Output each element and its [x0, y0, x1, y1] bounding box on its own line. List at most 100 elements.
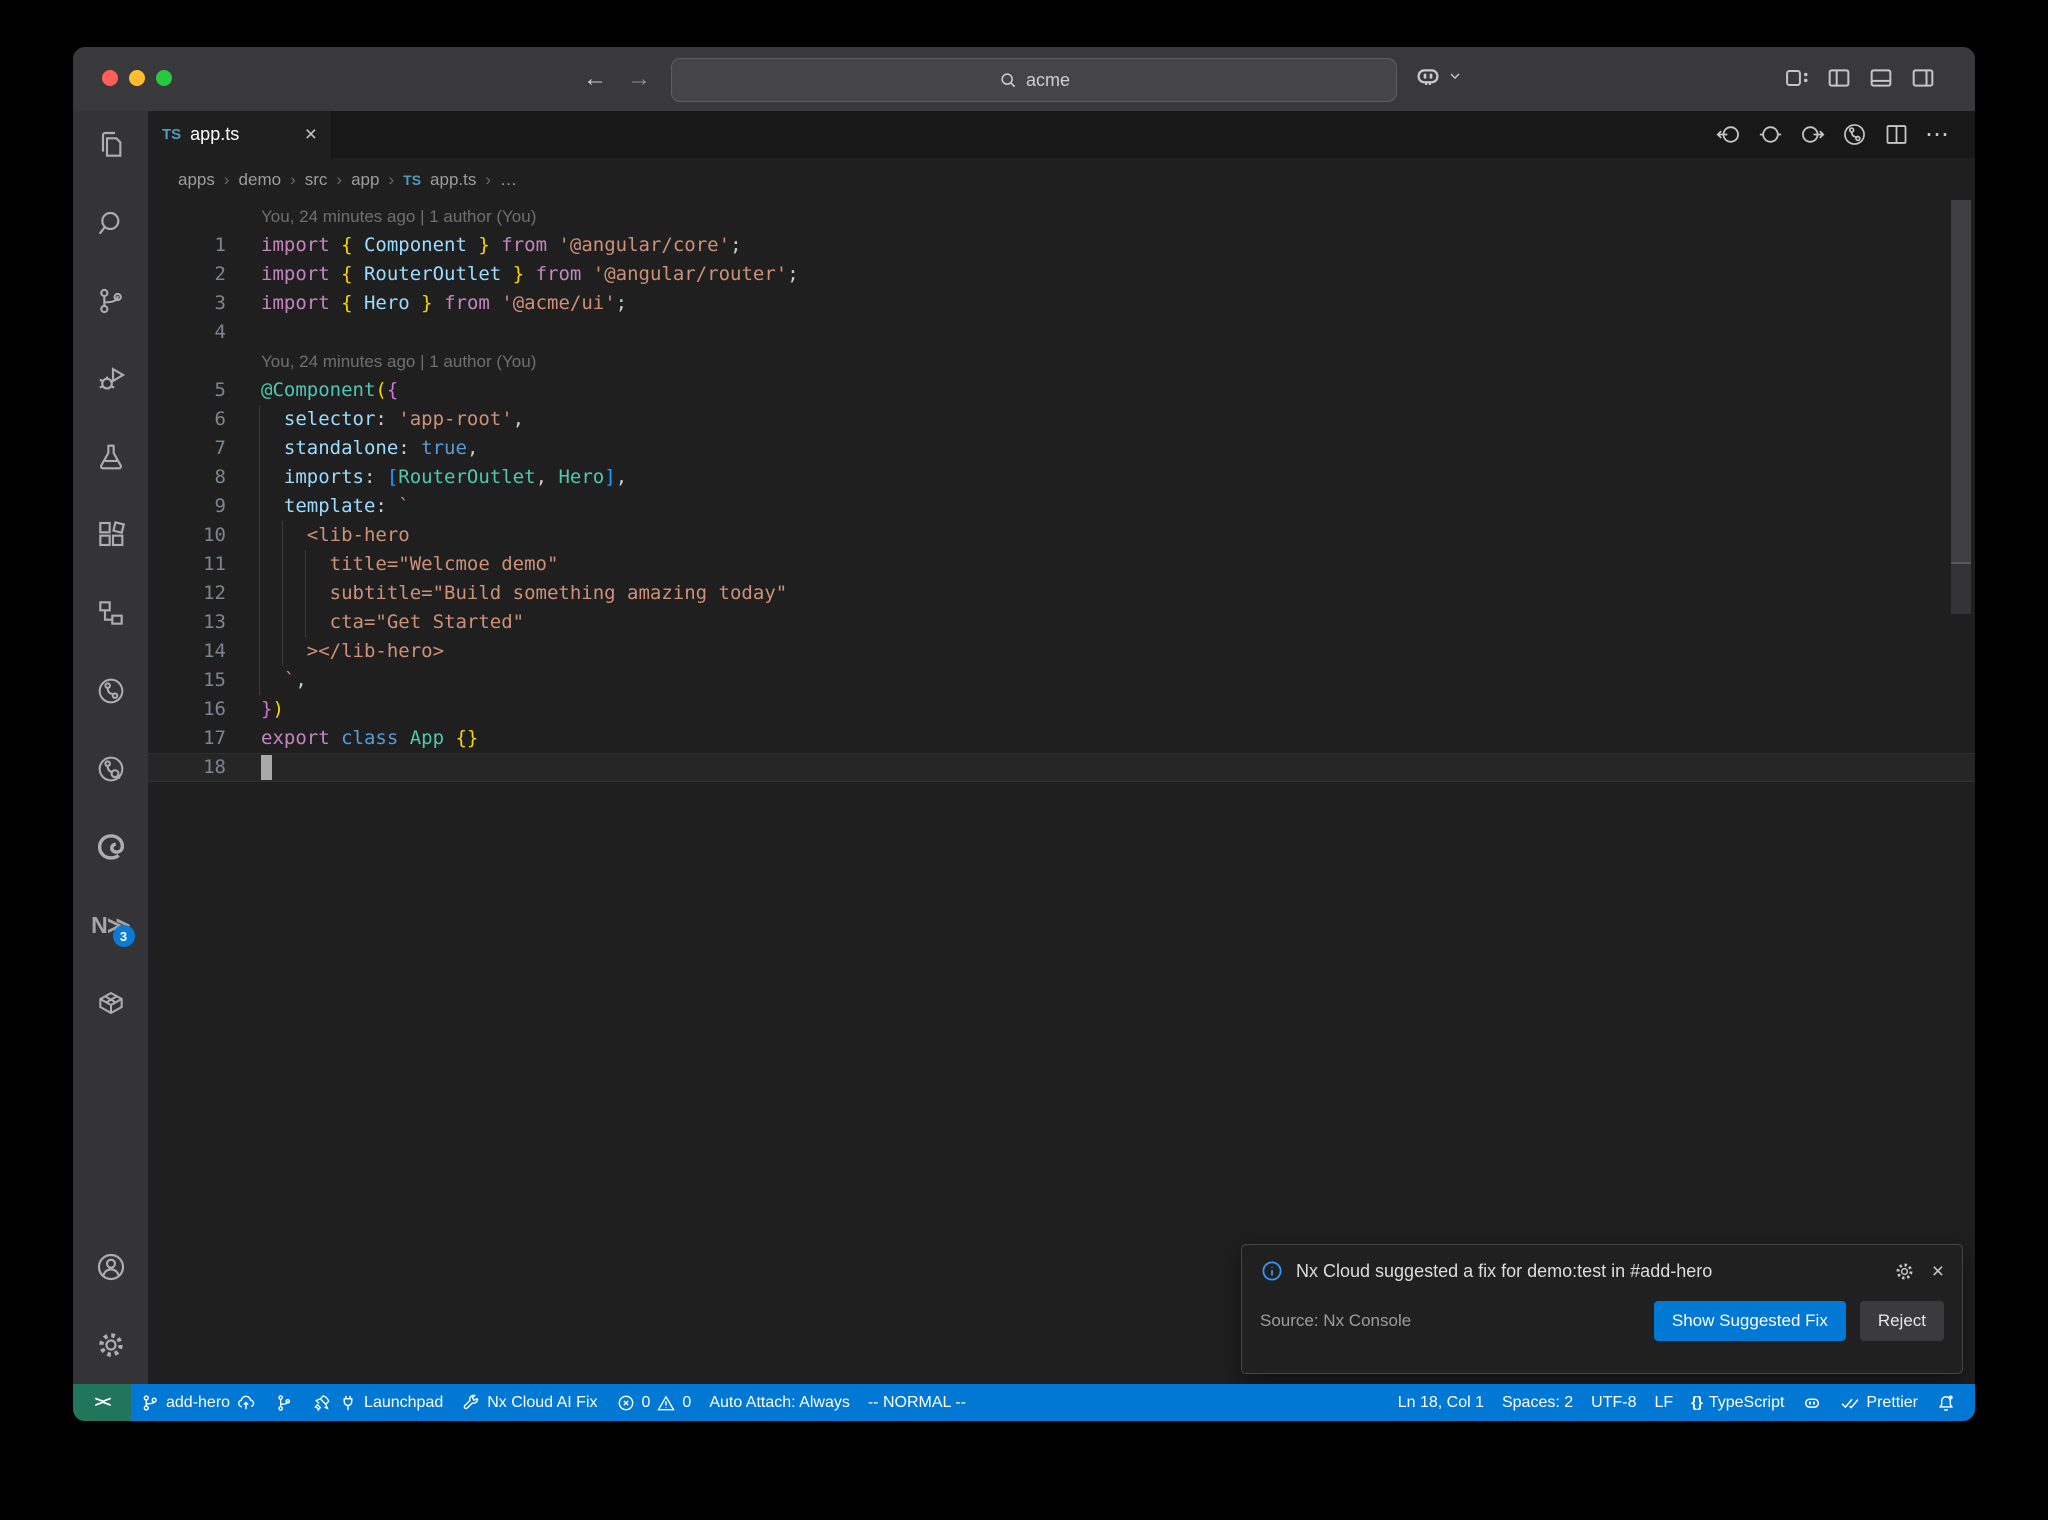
navigate-back-button[interactable]: ← — [578, 62, 612, 96]
eol-item[interactable]: LF — [1645, 1384, 1682, 1421]
formatter-item[interactable]: Prettier — [1831, 1384, 1927, 1421]
code-line[interactable]: 17 export class App {} — [148, 724, 1975, 753]
sidebar-item-hierarchy[interactable] — [85, 587, 137, 639]
gitlens-inspect-icon — [98, 756, 123, 782]
code-line[interactable]: 9 template: ` — [148, 492, 1975, 521]
notifications-bell-item[interactable] — [1927, 1384, 1965, 1421]
sidebar-item-explorer[interactable] — [85, 119, 137, 171]
language-mode-item[interactable]: {} TypeScript — [1682, 1384, 1793, 1421]
code-editor[interactable]: You, 24 minutes ago | 1 author (You) 1 imp… — [148, 200, 1975, 1384]
sidebar-item-search[interactable] — [85, 197, 137, 249]
previous-change-icon[interactable] — [1715, 121, 1742, 148]
code-line[interactable]: 6 selector: 'app-root', — [148, 405, 1975, 434]
compare-change-icon[interactable] — [1757, 121, 1784, 148]
sidebar-item-nx-console[interactable]: N≫ 3 — [85, 899, 137, 951]
code-line[interactable]: 2 import { RouterOutlet } from '@angular/… — [148, 260, 1975, 289]
code-line[interactable]: 16}) — [148, 695, 1975, 724]
navigate-forward-button[interactable]: → — [622, 62, 656, 96]
line-number[interactable]: 17 — [148, 724, 226, 753]
line-number[interactable]: 10 — [148, 521, 226, 550]
next-change-icon[interactable] — [1799, 121, 1826, 148]
notification-close-icon[interactable]: × — [1932, 1261, 1944, 1282]
sidebar-item-source-control[interactable] — [85, 275, 137, 327]
line-number[interactable]: 7 — [148, 434, 226, 463]
code-line[interactable]: 15 `, — [148, 666, 1975, 695]
sidebar-item-edge-browser[interactable] — [85, 821, 137, 873]
toggle-secondary-sidebar-icon[interactable] — [1909, 64, 1937, 92]
reject-button[interactable]: Reject — [1859, 1301, 1944, 1341]
sidebar-item-gitlens[interactable] — [85, 665, 137, 717]
gitlens-graph-item[interactable] — [265, 1384, 303, 1421]
settings-button[interactable] — [85, 1319, 137, 1371]
sidebar-item-run-debug[interactable] — [85, 353, 137, 405]
line-number[interactable]: 14 — [148, 637, 226, 666]
breadcrumb-item[interactable]: src — [305, 170, 328, 190]
gitlens-graph-icon[interactable] — [1841, 121, 1868, 148]
code-line[interactable]: 11 title="Welcmoe demo" — [148, 550, 1975, 579]
code-line[interactable]: 3 import { Hero } from '@acme/ui'; — [148, 289, 1975, 318]
problems-item[interactable]: 0 0 — [607, 1384, 701, 1421]
breadcrumb-item[interactable]: app — [351, 170, 379, 190]
code-line[interactable]: 1 import { Component } from '@angular/cor… — [148, 231, 1975, 260]
breadcrumb-item[interactable]: demo — [239, 170, 282, 190]
line-number[interactable]: 3 — [148, 289, 226, 318]
breadcrumb-more[interactable]: … — [500, 170, 517, 190]
indentation-item[interactable]: Spaces: 2 — [1493, 1384, 1582, 1421]
auto-attach-item[interactable]: Auto Attach: Always — [700, 1384, 859, 1421]
toggle-primary-sidebar-icon[interactable] — [1825, 64, 1853, 92]
close-tab-icon[interactable]: × — [305, 124, 317, 145]
editor-scrollbar[interactable] — [1951, 200, 1971, 562]
code-line[interactable]: 8 imports: [RouterOutlet, Hero], — [148, 463, 1975, 492]
more-actions-icon[interactable]: ⋯ — [1925, 122, 1949, 147]
sidebar-item-testing[interactable] — [85, 431, 137, 483]
window-close-button[interactable] — [102, 70, 118, 86]
cursor-position-item[interactable]: Ln 18, Col 1 — [1389, 1384, 1493, 1421]
sidebar-item-containers[interactable] — [85, 977, 137, 1029]
line-number[interactable]: 8 — [148, 463, 226, 492]
git-branch-item[interactable]: add-hero — [131, 1384, 265, 1421]
code-line[interactable]: 10 <lib-hero — [148, 521, 1975, 550]
show-suggested-fix-button[interactable]: Show Suggested Fix — [1653, 1301, 1846, 1341]
split-editor-icon[interactable] — [1883, 121, 1910, 148]
line-number[interactable]: 11 — [148, 550, 226, 579]
line-number[interactable]: 5 — [148, 376, 226, 405]
breadcrumb-item[interactable]: apps — [178, 170, 215, 190]
copilot-status-item[interactable] — [1793, 1384, 1831, 1421]
line-number[interactable]: 2 — [148, 260, 226, 289]
code-line[interactable]: 14 ></lib-hero> — [148, 637, 1975, 666]
code-line[interactable]: 18 — [148, 753, 1975, 782]
nx-cloud-fix-item[interactable]: Nx Cloud AI Fix — [452, 1384, 606, 1421]
command-center-search[interactable]: acme — [671, 58, 1397, 102]
customize-layout-icon[interactable] — [1783, 64, 1811, 92]
line-number[interactable]: 16 — [148, 695, 226, 724]
line-number[interactable]: 9 — [148, 492, 226, 521]
line-number[interactable]: 4 — [148, 318, 226, 347]
code-line[interactable]: 5 @Component({ — [148, 376, 1975, 405]
code-line[interactable]: 12 subtitle="Build something amazing tod… — [148, 579, 1975, 608]
window-minimize-button[interactable] — [129, 70, 145, 86]
blame-line[interactable]: You, 24 minutes ago | 1 author (You) — [148, 202, 1975, 231]
copilot-menu-button[interactable] — [1413, 61, 1463, 91]
blame-line[interactable]: You, 24 minutes ago | 1 author (You) — [148, 347, 1975, 376]
vim-mode-item[interactable]: -- NORMAL -- — [859, 1384, 975, 1421]
code-line[interactable]: 13 cta="Get Started" — [148, 608, 1975, 637]
sidebar-item-gitlens-inspect[interactable] — [85, 743, 137, 795]
code-line[interactable]: 4 — [148, 318, 1975, 347]
code-line[interactable]: 7 standalone: true, — [148, 434, 1975, 463]
toggle-panel-icon[interactable] — [1867, 64, 1895, 92]
notification-settings-gear-icon[interactable] — [1893, 1260, 1916, 1283]
launchpad-item[interactable]: Launchpad — [303, 1384, 452, 1421]
window-zoom-button[interactable] — [156, 70, 172, 86]
sidebar-item-extensions[interactable] — [85, 509, 137, 561]
line-number[interactable]: 12 — [148, 579, 226, 608]
breadcrumb-file[interactable]: app.ts — [430, 170, 476, 190]
line-number[interactable]: 1 — [148, 231, 226, 260]
remote-indicator[interactable]: >< — [73, 1384, 131, 1421]
line-number[interactable]: 6 — [148, 405, 226, 434]
line-number[interactable]: 13 — [148, 608, 226, 637]
tab-app-ts[interactable]: TS app.ts × — [148, 111, 332, 158]
line-number[interactable]: 15 — [148, 666, 226, 695]
encoding-item[interactable]: UTF-8 — [1582, 1384, 1645, 1421]
accounts-button[interactable] — [85, 1241, 137, 1293]
line-number[interactable]: 18 — [148, 753, 226, 782]
